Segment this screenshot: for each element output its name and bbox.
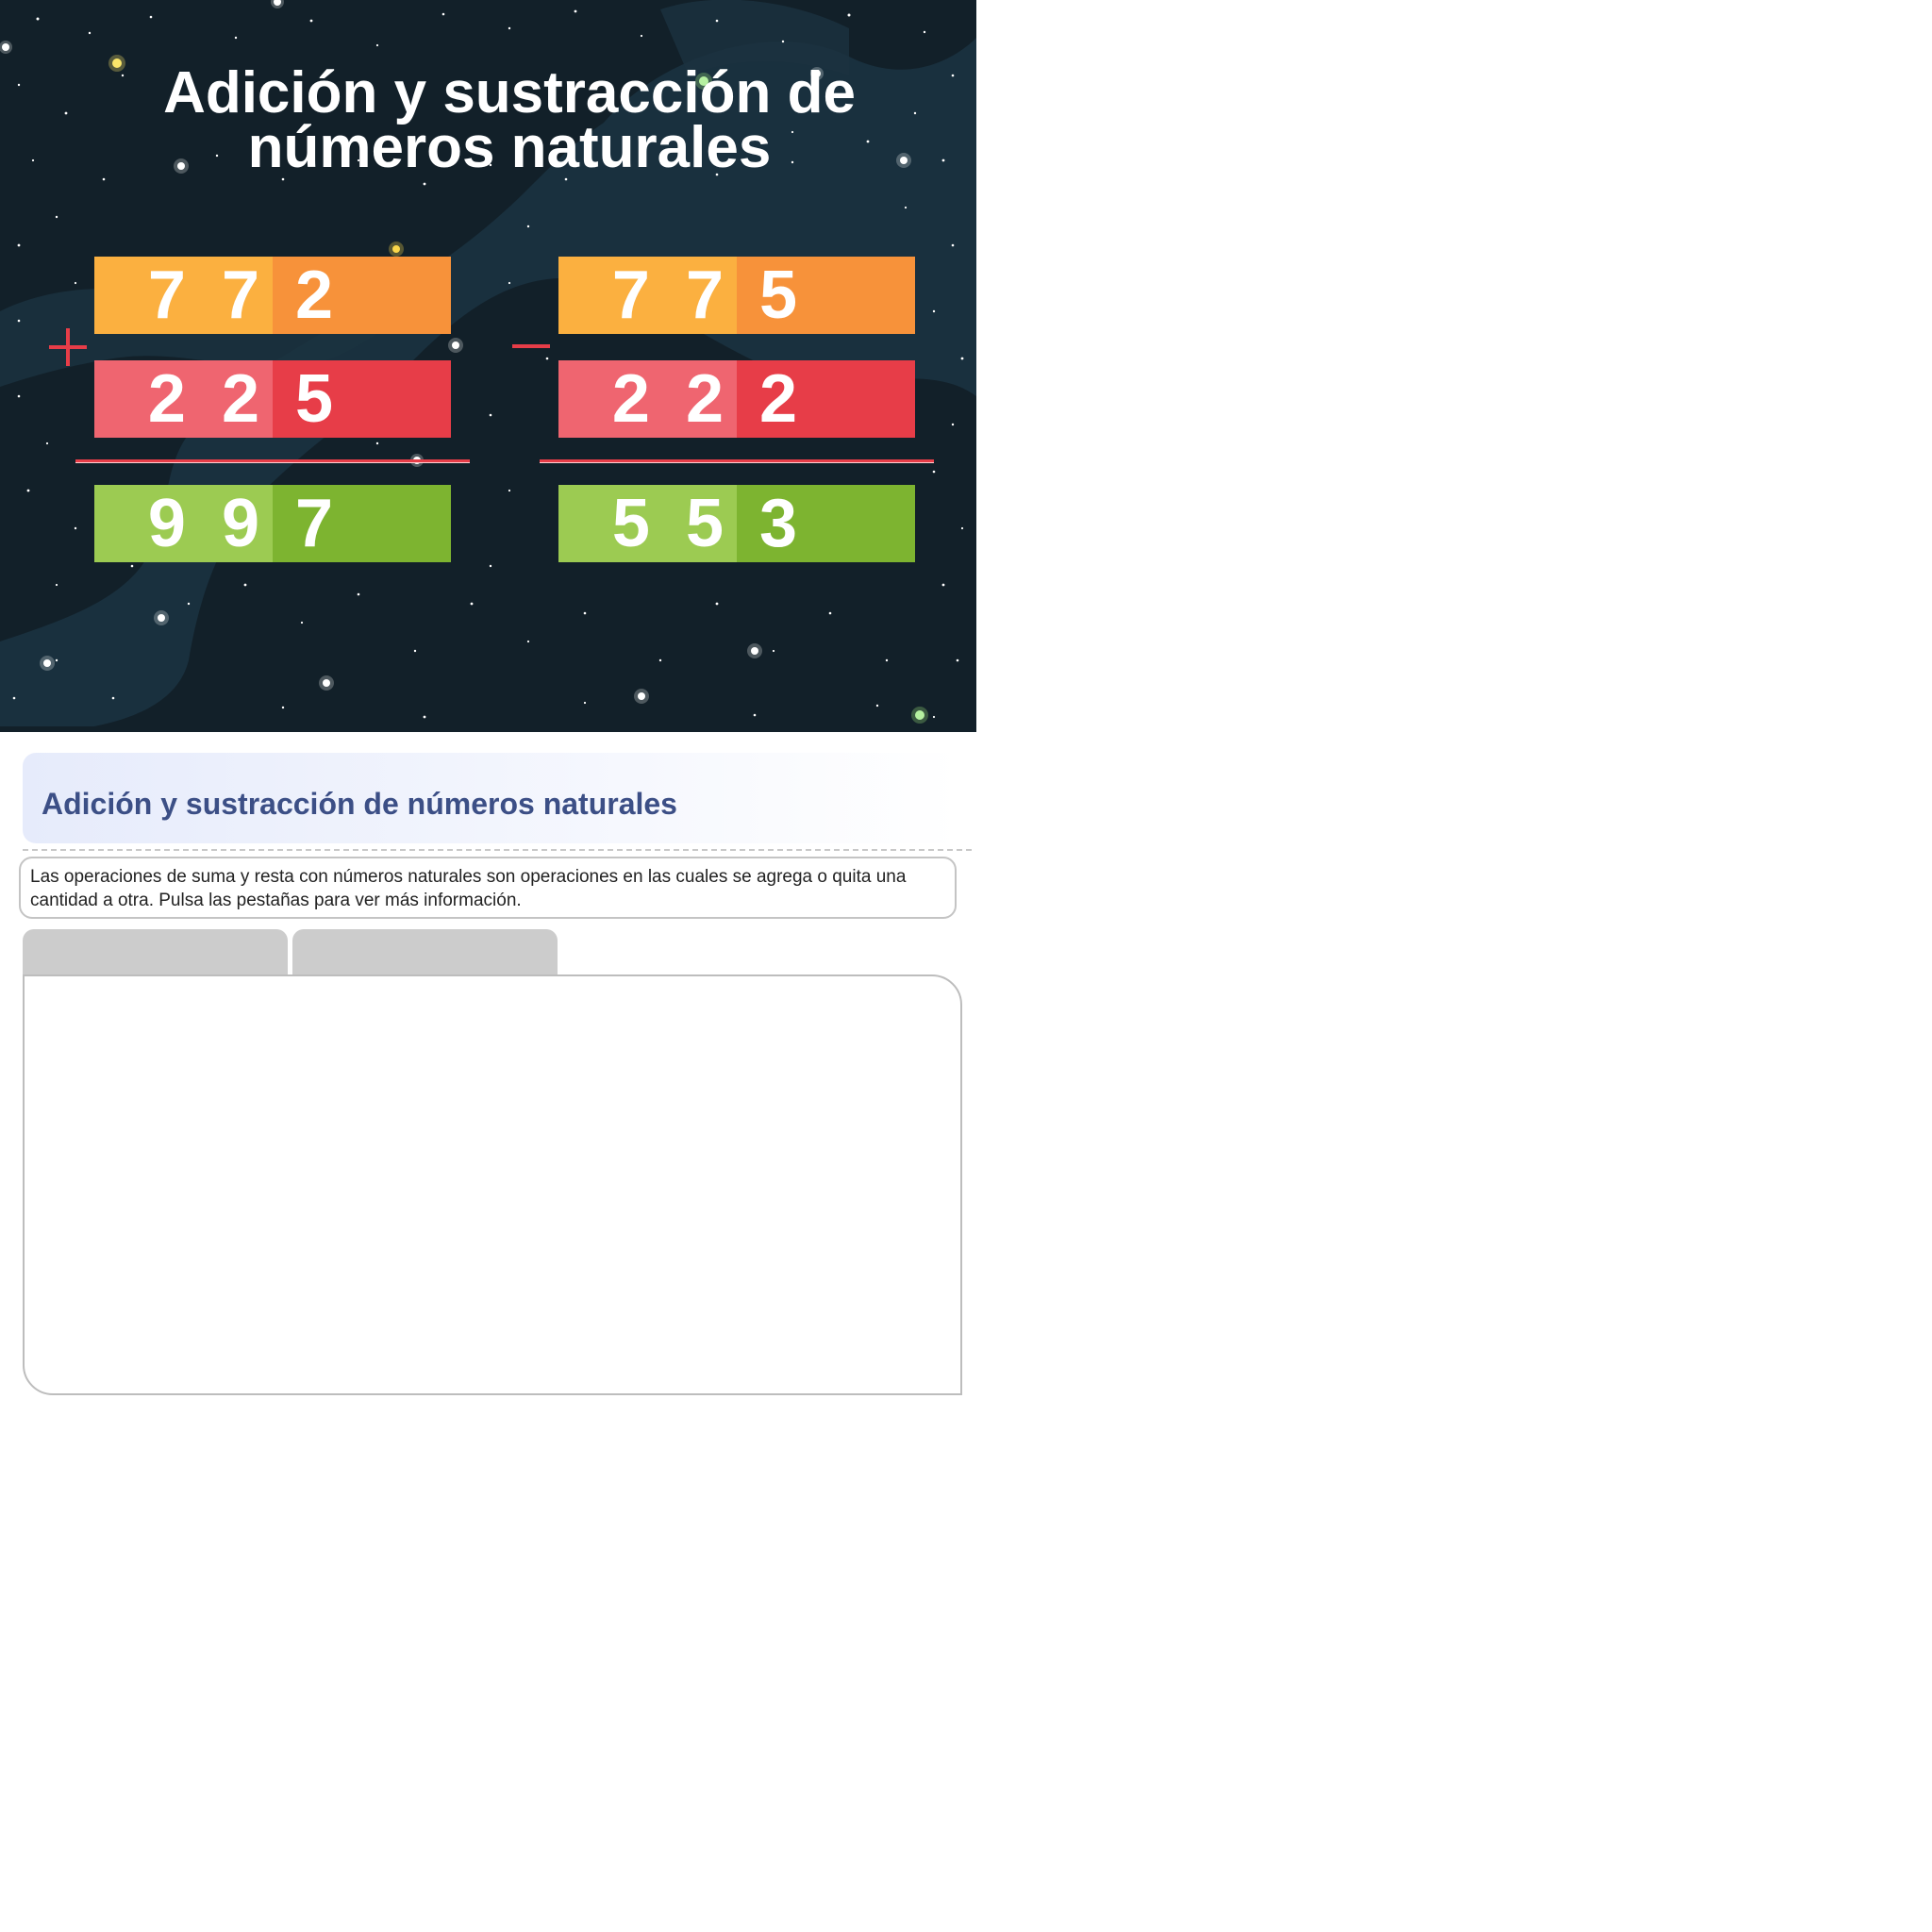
subtraction-result-line [540, 459, 934, 462]
digit: 9 [221, 486, 260, 561]
digit: 5 [295, 361, 334, 437]
digit: 9 [147, 486, 186, 561]
tab-2[interactable] [292, 929, 558, 974]
header-divider [23, 849, 972, 851]
minus-sign-icon [512, 344, 550, 348]
page: Adición y sustracción de números natural… [0, 0, 1932, 1932]
addition-result-line [75, 459, 470, 462]
digit: 5 [759, 258, 798, 333]
digit: 5 [611, 486, 650, 561]
digit: 2 [685, 361, 724, 437]
digit: 5 [685, 486, 724, 561]
addition-result: 9 9 7 [94, 485, 451, 562]
intro-box: Las operaciones de suma y resta con núme… [19, 857, 957, 919]
banner-illustration: Adición y sustracción de números natural… [0, 0, 976, 732]
digit: 3 [759, 486, 798, 561]
digit: 2 [147, 361, 186, 437]
digit: 7 [147, 258, 186, 333]
banner-title: Adición y sustracción de números natural… [163, 60, 856, 180]
digit: 7 [221, 258, 260, 333]
section-header: Adición y sustracción de números natural… [23, 753, 960, 843]
intro-text: Las operaciones de suma y resta con núme… [30, 867, 907, 910]
subtraction-result: 5 5 3 [558, 485, 915, 562]
digit: 2 [295, 258, 334, 333]
digit: 7 [295, 486, 334, 561]
digit: 2 [759, 361, 798, 437]
tab-content-panel [23, 974, 962, 1395]
digit: 7 [611, 258, 650, 333]
tab-1[interactable] [23, 929, 288, 974]
subtraction-minuend: 7 7 5 [558, 257, 915, 334]
plus-sign-icon [49, 328, 87, 366]
digit: 7 [685, 258, 724, 333]
subtraction-subtrahend: 2 2 2 [558, 360, 915, 438]
section-title: Adición y sustracción de números natural… [42, 787, 677, 821]
addition-addend-2: 2 2 5 [94, 360, 451, 438]
digit: 2 [221, 361, 260, 437]
addition-addend-1: 7 7 2 [94, 257, 451, 334]
digit: 2 [611, 361, 650, 437]
